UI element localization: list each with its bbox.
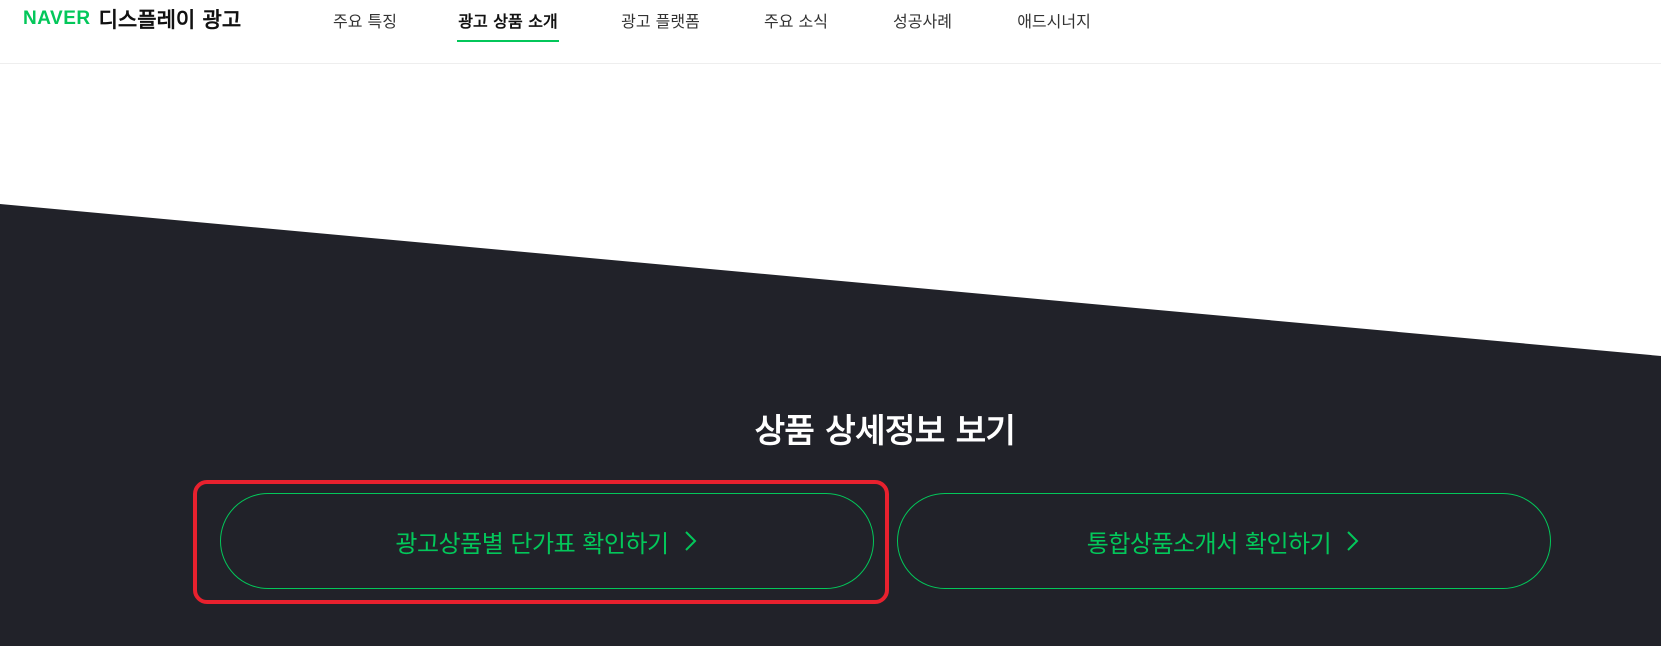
product-brochure-button[interactable]: 통합상품소개서 확인하기 (897, 493, 1551, 589)
site-header: NAVER 디스플레이 광고 주요 특징 광고 상품 소개 광고 플랫폼 주요 … (0, 0, 1661, 64)
naver-logo: NAVER (23, 8, 91, 29)
price-table-button-label: 광고상품별 단가표 확인하기 (395, 529, 669, 558)
nav-item-success-cases[interactable]: 성공사례 (891, 0, 954, 42)
chevron-right-icon (1345, 529, 1361, 553)
logo-link[interactable]: NAVER 디스플레이 광고 (23, 4, 241, 34)
section-title: 상품 상세정보 보기 (754, 411, 1016, 450)
price-table-button[interactable]: 광고상품별 단가표 확인하기 (220, 493, 874, 589)
nav-item-ad-products[interactable]: 광고 상품 소개 (457, 0, 559, 42)
nav-item-ad-platform[interactable]: 광고 플랫폼 (620, 0, 701, 42)
product-brochure-button-label: 통합상품소개서 확인하기 (1086, 529, 1332, 558)
nav-item-ad-synergy[interactable]: 애드시너지 (1015, 0, 1093, 42)
service-title: 디스플레이 광고 (98, 8, 242, 32)
nav-item-features[interactable]: 주요 특징 (332, 0, 398, 42)
page: NAVER 디스플레이 광고 주요 특징 광고 상품 소개 광고 플랫폼 주요 … (0, 0, 1661, 646)
nav-item-news[interactable]: 주요 소식 (763, 0, 829, 42)
chevron-right-icon (683, 529, 699, 553)
